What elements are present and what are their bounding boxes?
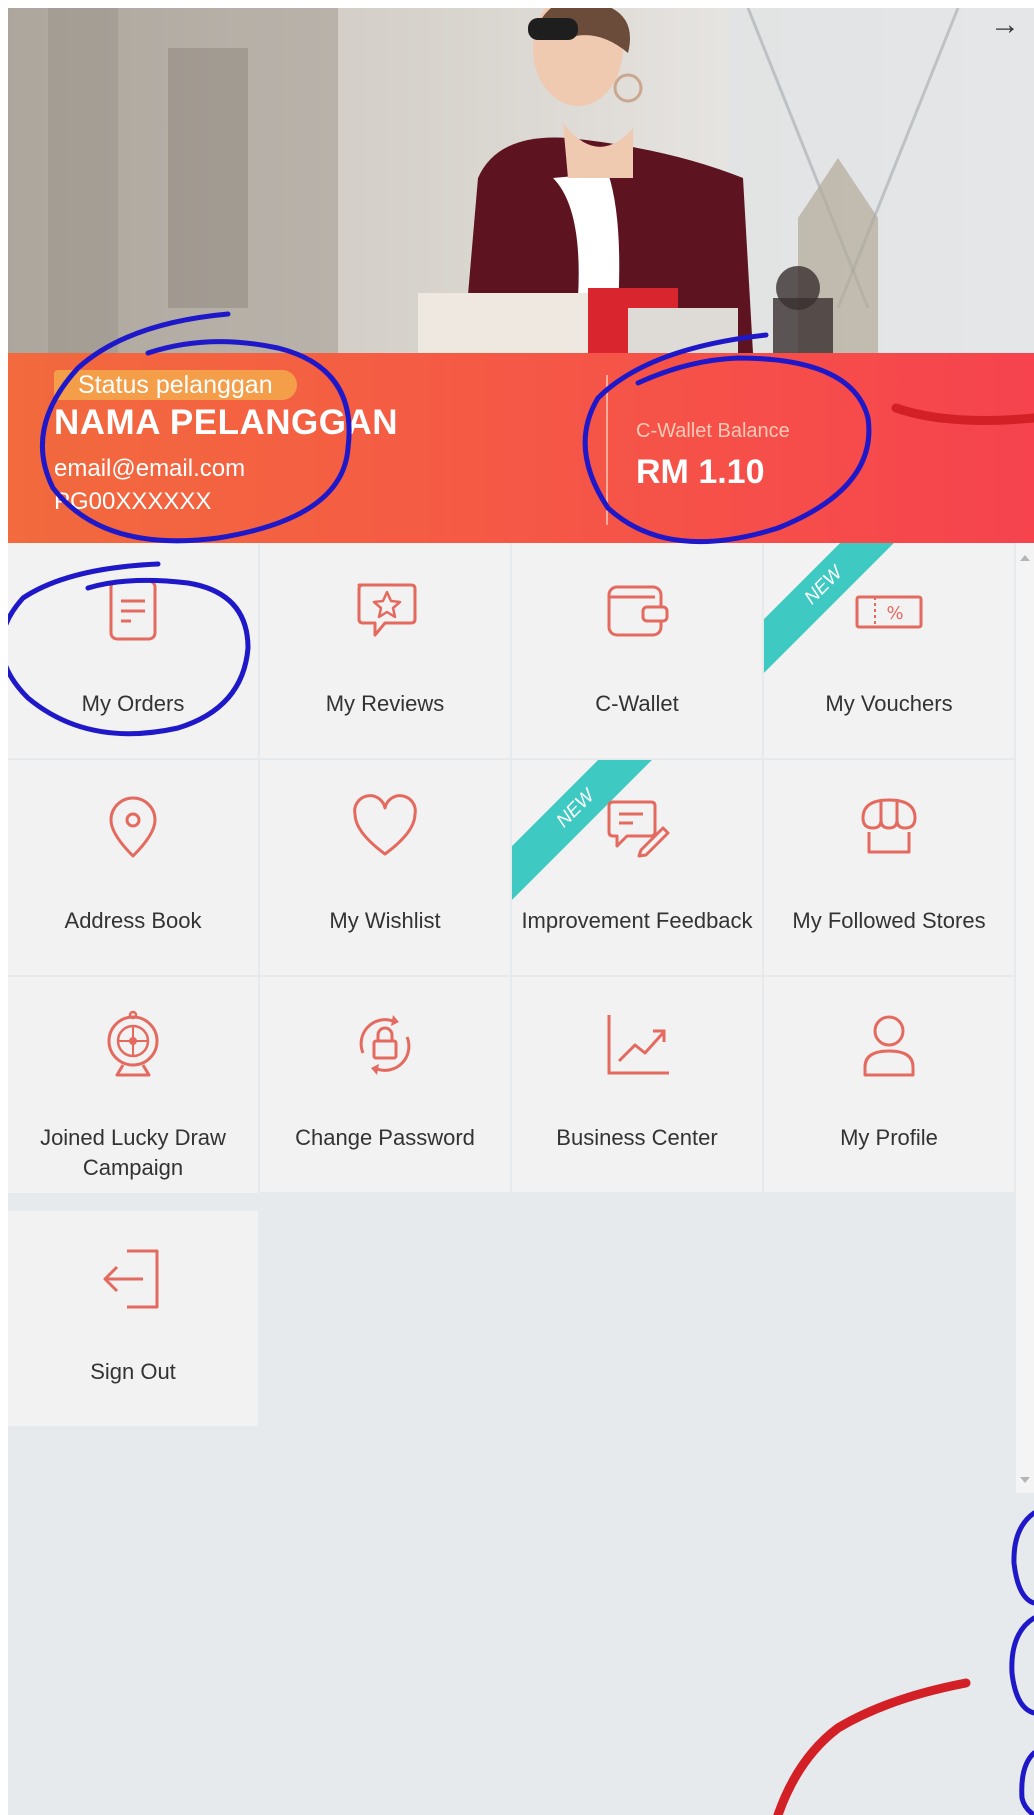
review-star-icon xyxy=(357,583,417,637)
menu-label: Sign Out xyxy=(90,1359,176,1384)
profile-banner: Status pelanggan NAMA PELANGGAN email@em… xyxy=(8,353,1034,543)
menu-my-vouchers[interactable]: NEW % My Vouchers xyxy=(764,543,1014,758)
wallet-balance-amount[interactable]: RM 1.10 xyxy=(636,453,765,492)
wallet-balance-label: C-Wallet Balance xyxy=(636,420,790,442)
customer-name: NAMA PELANGGAN xyxy=(54,403,399,442)
menu-my-profile[interactable]: My Profile xyxy=(764,977,1014,1192)
menu-label: My Followed Stores xyxy=(792,908,986,933)
wallet-icon xyxy=(607,585,669,637)
location-pin-icon xyxy=(109,796,157,858)
feedback-icon xyxy=(607,800,670,858)
menu-my-wishlist[interactable]: My Wishlist xyxy=(260,760,510,975)
menu-label: Improvement Feedback xyxy=(521,908,753,933)
scroll-up-arrow-icon[interactable] xyxy=(1020,555,1030,561)
status-badge: Status pelanggan xyxy=(54,370,297,400)
menu-label: C-Wallet xyxy=(595,691,679,716)
heart-icon xyxy=(353,794,417,856)
menu-label: Address Book xyxy=(64,908,202,933)
menu-scrollbar[interactable] xyxy=(1016,543,1034,1493)
chart-icon xyxy=(607,1015,669,1075)
lucky-wheel-icon xyxy=(107,1010,159,1077)
menu-label: My Vouchers xyxy=(825,691,953,716)
menu-c-wallet[interactable]: C-Wallet xyxy=(512,543,762,758)
scroll-down-arrow-icon[interactable] xyxy=(1020,1477,1030,1483)
back-arrow-icon[interactable]: → xyxy=(990,10,1020,40)
menu-label: My Orders xyxy=(81,691,185,716)
menu-my-reviews[interactable]: My Reviews xyxy=(260,543,510,758)
voucher-icon: % xyxy=(855,595,923,629)
banner-divider xyxy=(606,375,608,525)
sign-out-icon xyxy=(103,1249,159,1309)
menu-label: Business Center xyxy=(556,1125,718,1150)
svg-text:%: % xyxy=(886,603,903,624)
store-icon xyxy=(861,798,917,854)
menu-my-orders[interactable]: My Orders xyxy=(8,543,258,758)
menu-address-book[interactable]: Address Book xyxy=(8,760,258,975)
menu-label: My Reviews xyxy=(325,691,445,716)
menu-label: My Profile xyxy=(840,1125,938,1150)
user-icon xyxy=(863,1015,915,1077)
menu-label: My Wishlist xyxy=(329,908,441,933)
menu-business-center[interactable]: Business Center xyxy=(512,977,762,1192)
menu-label: Joined Lucky Draw Campaign xyxy=(40,1125,226,1180)
menu-improvement-feedback[interactable]: NEW Improvement Feedback xyxy=(512,760,762,975)
hero-banner-image: → xyxy=(8,8,1034,353)
menu-change-password[interactable]: Change Password xyxy=(260,977,510,1192)
customer-id: PG00XXXXXX xyxy=(54,488,212,515)
menu-label: Change Password xyxy=(295,1125,475,1150)
menu-joined-lucky-draw[interactable]: Joined Lucky Draw Campaign xyxy=(8,977,258,1193)
customer-email: email@email.com xyxy=(54,455,246,482)
lock-refresh-icon xyxy=(359,1015,411,1075)
menu-my-followed-stores[interactable]: My Followed Stores xyxy=(764,760,1014,975)
menu-sign-out[interactable]: Sign Out xyxy=(8,1211,258,1426)
document-icon xyxy=(109,579,157,641)
app-shell: → Status pelanggan NAMA PELANGGAN email@… xyxy=(8,8,1034,1815)
